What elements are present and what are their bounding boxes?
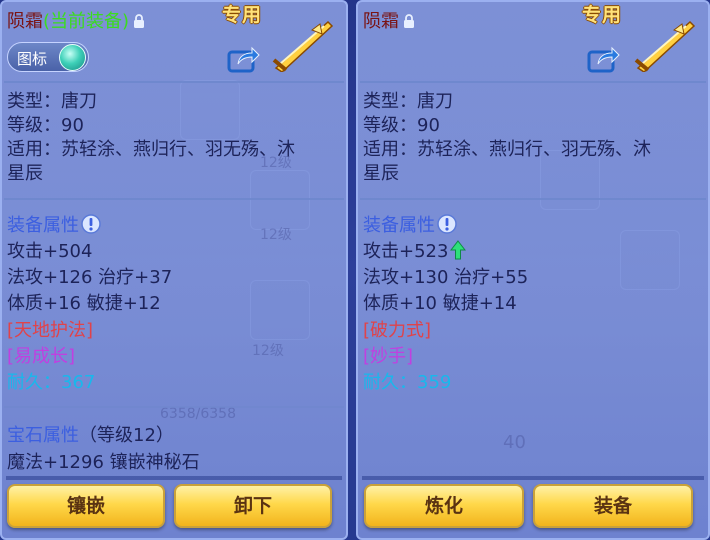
item-level: 等级：90 — [7, 115, 84, 136]
hp-bar-text: 6358/6358 — [160, 406, 236, 422]
magic-heal-stat: 法攻+130 治疗+55 — [363, 267, 529, 288]
item-name: 陨霜 — [363, 11, 399, 32]
item-type: 类型：唐刀 — [7, 91, 97, 112]
share-icon[interactable] — [226, 42, 260, 74]
item-level: 等级：90 — [363, 115, 440, 136]
equip-attr-header: 装备属性 — [363, 214, 457, 238]
equip-button[interactable]: 装备 — [533, 484, 693, 528]
item-title: 陨霜(当前装备) — [7, 7, 146, 33]
equip-attr-title: 装备属性 — [7, 215, 79, 236]
durability-label: 耐久： — [363, 372, 417, 393]
magic-heal-stat: 法攻+126 治疗+37 — [7, 267, 173, 288]
bag-level-label: 12级 — [252, 343, 284, 359]
toggle-knob — [59, 44, 86, 71]
exclusive-label: 专用 — [222, 4, 263, 26]
item-type: 类型：唐刀 — [363, 91, 453, 112]
current-equipped-tag: (当前装备) — [43, 11, 130, 32]
divider — [4, 198, 344, 200]
info-icon[interactable] — [437, 214, 457, 234]
bag-level-label: 12级 — [260, 227, 292, 243]
special-effect: [妙手] — [363, 346, 414, 367]
equip-attr-header: 装备属性 — [7, 214, 101, 238]
con-agi-stat: 体质+10 敏捷+14 — [363, 293, 517, 314]
gem-effect: 魔法+1296 镶嵌神秘石 — [7, 452, 200, 473]
exclusive-label: 专用 — [582, 4, 623, 26]
attack-stat: 攻击+523 — [363, 241, 449, 262]
gem-level: （等级12） — [79, 425, 174, 446]
divider — [360, 81, 706, 83]
refine-button[interactable]: 炼化 — [364, 484, 524, 528]
item-title: 陨霜 — [363, 7, 416, 33]
divider — [360, 198, 706, 200]
durability: 耐久：367 — [7, 371, 95, 395]
inlay-button[interactable]: 镶嵌 — [7, 484, 165, 528]
item-usable-classes-cont: 星辰 — [363, 163, 399, 184]
button-bar — [362, 476, 704, 480]
item-usable-classes: 适用：苏轻涂、燕归行、羽无殇、沐 — [363, 139, 651, 160]
icon-toggle[interactable]: 图标 — [7, 42, 89, 72]
durability-value: 367 — [61, 372, 96, 393]
item-name: 陨霜 — [7, 11, 43, 32]
special-skill: [天地护法] — [7, 320, 94, 341]
gem-attr-header: 宝石属性（等级12） — [7, 424, 174, 448]
bag-count: 40 — [503, 432, 526, 453]
con-agi-stat: 体质+16 敏捷+12 — [7, 293, 161, 314]
attack-stat-row: 攻击+523 — [363, 240, 467, 264]
icon-toggle-label: 图标 — [17, 50, 48, 68]
special-skill: [破力式] — [363, 320, 432, 341]
divider — [4, 406, 344, 408]
durability-label: 耐久： — [7, 372, 61, 393]
compare-item-panel: 40 陨霜 专用 类型：唐刀 等级：90 适用：苏轻涂、燕归行、羽无殇、沐 星辰… — [356, 0, 710, 540]
info-icon[interactable] — [81, 214, 101, 234]
item-usable-classes-cont: 星辰 — [7, 163, 43, 184]
durability-value: 359 — [417, 372, 452, 393]
arrow-up-icon — [450, 240, 467, 260]
unequip-button[interactable]: 卸下 — [174, 484, 332, 528]
equipped-item-panel: 12级 12级 12级 6358/6358 陨霜(当前装备) 专用 图标 类型：… — [0, 0, 348, 540]
gem-attr-title: 宝石属性 — [7, 425, 79, 446]
divider — [4, 81, 344, 83]
button-bar — [6, 476, 342, 480]
weapon-icon — [634, 20, 696, 72]
equip-attr-title: 装备属性 — [363, 215, 435, 236]
item-usable-classes: 适用：苏轻涂、燕归行、羽无殇、沐 — [7, 139, 295, 160]
durability: 耐久：359 — [363, 371, 451, 395]
lock-icon — [134, 14, 145, 28]
lock-icon — [404, 14, 414, 28]
share-icon[interactable] — [586, 42, 620, 74]
attack-stat: 攻击+504 — [7, 241, 93, 262]
weapon-icon — [272, 20, 334, 72]
special-effect: [易成长] — [7, 346, 76, 367]
